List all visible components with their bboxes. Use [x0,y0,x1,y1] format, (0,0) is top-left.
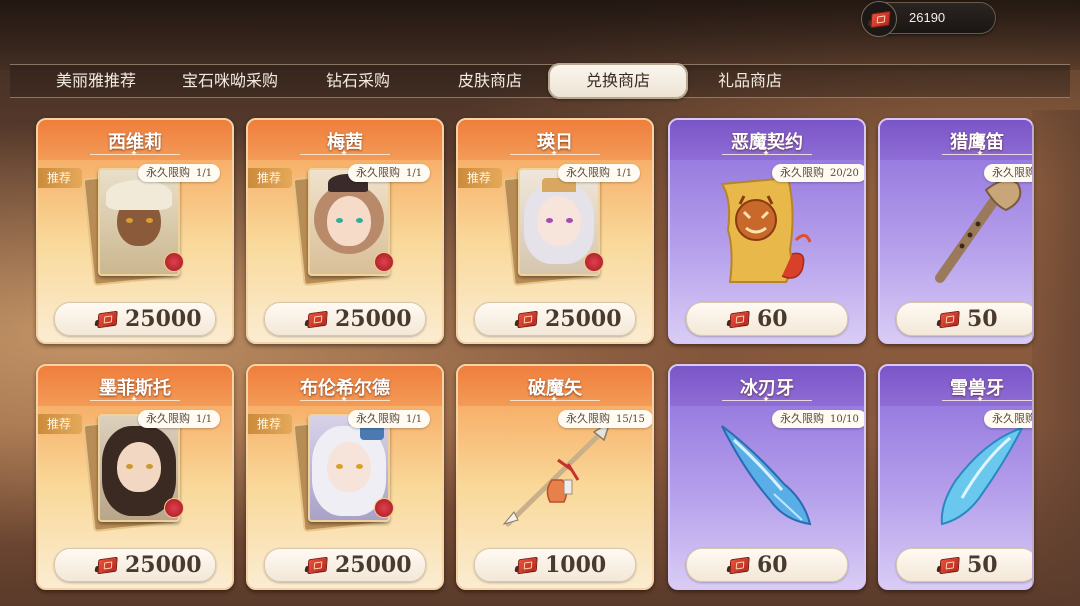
character-portrait [82,168,184,286]
purchase-limit: 永久限购 1/1 [138,164,221,182]
price-amount: 25000 [125,552,202,578]
purchase-limit: 永久限购 10/10 [772,410,864,428]
currency-badge [861,1,897,37]
currency-display: 26190 [861,1,996,37]
falcon-whistle-icon [926,170,1032,290]
price-button[interactable]: 60 [686,548,848,582]
red-ticket-book-icon [514,310,538,329]
ice-fang-icon [714,420,834,540]
seal-icon [164,498,184,518]
seal-icon [164,252,184,272]
price-button[interactable]: 50 [896,302,1032,336]
price-button[interactable]: 60 [686,302,848,336]
shop-card-xiweili[interactable]: 西维莉 ✦ 推荐 永久限购 1/1 25000 [36,118,234,344]
snow-beast-fang-icon [926,420,1032,540]
red-ticket-book-icon [936,310,960,329]
red-ticket-book-icon [726,310,750,329]
tab-skin-shop[interactable]: 皮肤商店 [440,65,540,97]
demon-contract-scroll-icon [710,170,830,290]
purchase-limit: 永久限购 20/20 [772,164,864,182]
tab-gem-purchase[interactable]: 宝石咪呦采购 [168,65,292,97]
character-portrait [82,414,184,532]
demon-breaking-arrow-icon [498,420,618,540]
red-ticket-book-icon [867,10,891,29]
price-button[interactable]: 25000 [264,548,426,582]
tab-diamond-purchase[interactable]: 钻石采购 [310,65,406,97]
price-button[interactable]: 25000 [474,302,636,336]
shop-card-yingri[interactable]: 瑛日 ✦ 推荐 永久限购 1/1 25000 [456,118,654,344]
shop-card-snow-beast-fang[interactable]: 雪兽牙 ✦ 永久限购 50 [878,364,1034,590]
price-button[interactable]: 25000 [54,548,216,582]
shop-card-brunhild[interactable]: 布伦希尔德 ✦ 推荐 永久限购 1/1 25000 [246,364,444,590]
red-ticket-book-icon [304,310,328,329]
shop-card-ice-fang[interactable]: 冰刃牙 ✦ 永久限购 10/10 60 [668,364,866,590]
price-amount: 25000 [335,552,412,578]
price-button[interactable]: 25000 [54,302,216,336]
red-ticket-book-icon [94,310,118,329]
character-portrait [502,168,604,286]
shop-card-falcon-whistle[interactable]: 猎鹰笛 ✦ 永久限购 50 [878,118,1034,344]
shop-card-demon-contract[interactable]: 恶魔契约 ✦ 永久限购 20/20 60 [668,118,866,344]
purchase-limit: 永久限购 [984,164,1032,182]
purchase-limit: 永久限购 [984,410,1032,428]
seal-icon [374,498,394,518]
shop-card-mephisto[interactable]: 墨菲斯托 ✦ 推荐 永久限购 1/1 25000 [36,364,234,590]
red-ticket-book-icon [304,556,328,575]
card-name: 猎鹰笛 [950,132,1004,153]
red-ticket-book-icon [936,556,960,575]
tab-exchange-shop[interactable]: 兑换商店 [548,63,688,99]
price-amount: 25000 [545,306,622,332]
recommend-badge: 推荐 [38,168,82,188]
recommend-badge: 推荐 [248,168,292,188]
character-portrait [292,414,394,532]
purchase-limit: 永久限购 1/1 [558,164,641,182]
red-ticket-book-icon [726,556,750,575]
tab-gift-shop[interactable]: 礼品商店 [700,65,800,97]
price-amount: 25000 [335,306,412,332]
price-button[interactable]: 50 [896,548,1032,582]
shop-card-meiqian[interactable]: 梅茜 ✦ 推荐 永久限购 1/1 25000 [246,118,444,344]
seal-icon [584,252,604,272]
price-button[interactable]: 1000 [474,548,636,582]
red-ticket-book-icon [514,556,538,575]
shop-tab-bar: 美丽雅推荐 宝石咪呦采购 钻石采购 皮肤商店 兑换商店 礼品商店 [10,63,1070,99]
shop-card-demon-arrow[interactable]: 破魔矢 ✦ 永久限购 15/15 1000 [456,364,654,590]
currency-value: 26190 [909,10,946,25]
right-background-strip [1032,110,1080,606]
price-amount: 50 [967,552,998,578]
purchase-limit: 永久限购 1/1 [348,164,431,182]
price-amount: 1000 [545,552,607,578]
purchase-limit: 永久限购 1/1 [348,410,431,428]
price-button[interactable]: 25000 [264,302,426,336]
price-amount: 50 [967,306,998,332]
recommend-badge: 推荐 [248,414,292,434]
recommend-badge: 推荐 [38,414,82,434]
price-amount: 60 [757,552,788,578]
recommend-badge: 推荐 [458,168,502,188]
red-ticket-book-icon [94,556,118,575]
tab-recommend[interactable]: 美丽雅推荐 [40,65,152,97]
seal-icon [374,252,394,272]
price-amount: 60 [757,306,788,332]
price-amount: 25000 [125,306,202,332]
purchase-limit: 永久限购 15/15 [558,410,652,428]
character-portrait [292,168,394,286]
purchase-limit: 永久限购 1/1 [138,410,221,428]
card-name: 雪兽牙 [950,378,1004,399]
